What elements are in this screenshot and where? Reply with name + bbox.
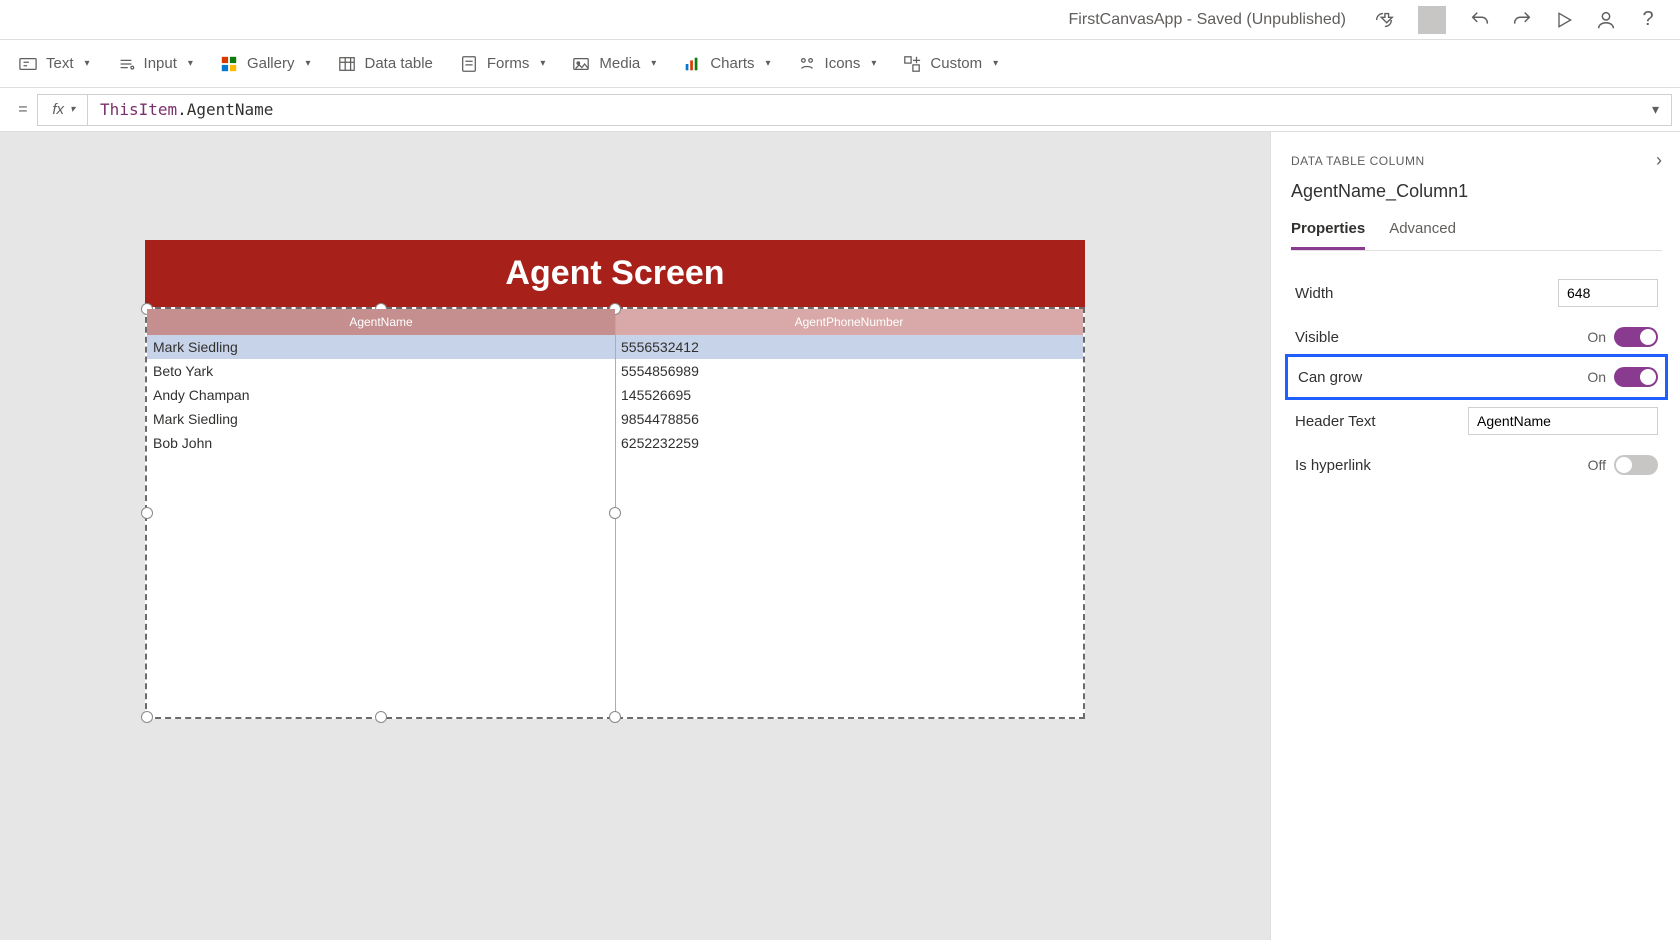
undo-icon[interactable] (1466, 6, 1494, 34)
ribbon-text[interactable]: Text ▾ (18, 54, 90, 74)
chevron-down-icon: ▾ (85, 58, 90, 69)
ribbon-data-table-label: Data table (365, 55, 433, 72)
cell-phone: 9854478856 (615, 407, 1083, 431)
ribbon-data-table[interactable]: Data table (337, 54, 433, 74)
prop-header-text-input[interactable] (1468, 407, 1658, 435)
canvas-area[interactable]: Agent Screen AgentName AgentPhoneNumber (0, 132, 1270, 940)
ribbon-forms[interactable]: Forms ▾ (459, 54, 546, 74)
cell-name: Mark Siedling (147, 335, 615, 359)
play-icon[interactable] (1550, 6, 1578, 34)
ribbon-icons[interactable]: Icons ▾ (797, 54, 877, 74)
custom-icon (902, 54, 922, 74)
screen-header: Agent Screen (145, 240, 1085, 307)
column-header-agentname[interactable]: AgentName (147, 309, 615, 335)
gallery-icon (219, 54, 239, 74)
cell-phone: 5556532412 (615, 335, 1083, 359)
chevron-down-icon: ▾ (993, 58, 998, 69)
cell-name: Andy Champan (147, 383, 615, 407)
prop-width: Width (1291, 269, 1662, 317)
canvas-frame: Agent Screen AgentName AgentPhoneNumber (145, 240, 1085, 719)
redo-icon[interactable] (1508, 6, 1536, 34)
ribbon: Text ▾ Input ▾ Gallery ▾ Data table Form… (0, 40, 1680, 88)
panel-header: DATA TABLE COLUMN › (1291, 150, 1662, 171)
charts-icon (682, 54, 702, 74)
property-tabs: Properties Advanced (1291, 220, 1662, 251)
input-icon (116, 54, 136, 74)
formula-input[interactable]: ThisItem.AgentName (88, 95, 1640, 125)
equals-icon: = (8, 101, 37, 119)
formula-keyword: ThisItem (100, 100, 177, 119)
properties-panel: DATA TABLE COLUMN › AgentName_Column1 Pr… (1270, 132, 1680, 940)
ribbon-icons-label: Icons (825, 55, 861, 72)
panel-section-title: DATA TABLE COLUMN (1291, 154, 1425, 168)
ribbon-gallery-label: Gallery (247, 55, 295, 72)
ribbon-text-label: Text (46, 55, 74, 72)
prop-width-label: Width (1295, 285, 1333, 302)
formula-property: .AgentName (177, 100, 273, 119)
ribbon-input-label: Input (144, 55, 177, 72)
prop-is-hyperlink-label: Is hyperlink (1295, 457, 1371, 474)
formula-box: fx ▾ ThisItem.AgentName ▾ (37, 94, 1672, 126)
chevron-down-icon: ▾ (540, 58, 545, 69)
prop-header-text-label: Header Text (1295, 413, 1376, 430)
icons-icon (797, 54, 817, 74)
ribbon-custom[interactable]: Custom ▾ (902, 54, 998, 74)
cell-phone: 5554856989 (615, 359, 1083, 383)
text-icon (18, 54, 38, 74)
tab-advanced[interactable]: Advanced (1389, 220, 1456, 250)
data-table-icon (337, 54, 357, 74)
data-table[interactable]: AgentName AgentPhoneNumber Mark Siedling… (145, 307, 1085, 719)
app-title: FirstCanvasApp - Saved (Unpublished) (1069, 11, 1346, 29)
prop-can-grow: Can grow On (1285, 354, 1668, 400)
chevron-down-icon: ▾ (766, 58, 771, 69)
tab-properties[interactable]: Properties (1291, 220, 1365, 250)
ribbon-media[interactable]: Media ▾ (571, 54, 656, 74)
prop-can-grow-label: Can grow (1298, 369, 1362, 386)
chevron-down-icon: ▾ (651, 58, 656, 69)
chevron-down-icon: ▾ (188, 58, 193, 69)
ribbon-forms-label: Forms (487, 55, 530, 72)
media-icon (571, 54, 591, 74)
prop-is-hyperlink: Is hyperlink Off (1291, 445, 1662, 485)
chevron-down-icon: ▾ (871, 58, 876, 69)
help-icon[interactable]: ? (1634, 6, 1662, 34)
prop-width-input[interactable] (1558, 279, 1658, 307)
chevron-down-icon: ▾ (305, 58, 310, 69)
prop-visible: Visible On (1291, 317, 1662, 357)
user-icon[interactable] (1592, 6, 1620, 34)
prop-visible-label: Visible (1295, 329, 1339, 346)
ribbon-custom-label: Custom (930, 55, 982, 72)
formula-bar: = fx ▾ ThisItem.AgentName ▾ (0, 88, 1680, 132)
prop-is-hyperlink-toggle[interactable]: Off (1588, 455, 1658, 475)
prop-header-text: Header Text (1291, 397, 1662, 445)
top-actions: ? (1370, 6, 1662, 34)
ribbon-media-label: Media (599, 55, 640, 72)
title-bar: FirstCanvasApp - Saved (Unpublished) ? (0, 0, 1680, 40)
ribbon-charts-label: Charts (710, 55, 754, 72)
divider (1418, 6, 1446, 34)
ribbon-charts[interactable]: Charts ▾ (682, 54, 770, 74)
cell-phone: 145526695 (615, 383, 1083, 407)
selected-column-name: AgentName_Column1 (1291, 181, 1662, 202)
cell-name: Bob John (147, 431, 615, 455)
column-header-agentphonenumber[interactable]: AgentPhoneNumber (615, 309, 1083, 335)
cell-name: Beto Yark (147, 359, 615, 383)
health-check-icon[interactable] (1370, 6, 1398, 34)
prop-can-grow-toggle[interactable]: On (1587, 367, 1658, 387)
ribbon-input[interactable]: Input ▾ (116, 54, 193, 74)
cell-phone: 6252232259 (615, 431, 1083, 455)
ribbon-gallery[interactable]: Gallery ▾ (219, 54, 311, 74)
expand-formula-icon[interactable]: ▾ (1640, 101, 1671, 118)
fx-icon[interactable]: fx ▾ (38, 95, 88, 125)
cell-name: Mark Siedling (147, 407, 615, 431)
prop-visible-toggle[interactable]: On (1587, 327, 1658, 347)
chevron-right-icon[interactable]: › (1656, 150, 1662, 171)
forms-icon (459, 54, 479, 74)
